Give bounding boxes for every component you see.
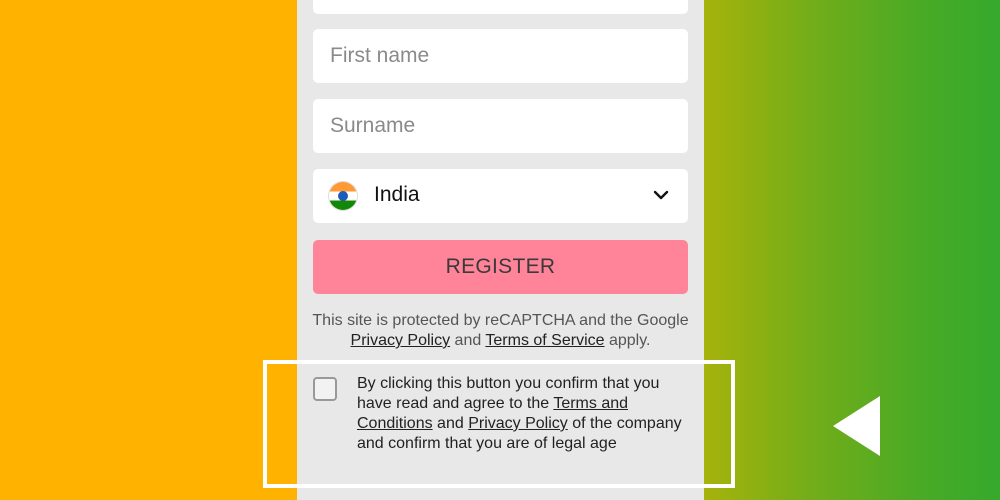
registration-form: India REGISTER This site is protected by… xyxy=(297,0,704,500)
surname-input[interactable] xyxy=(313,99,688,153)
consent-text-middle: and xyxy=(432,415,469,432)
previous-input[interactable] xyxy=(313,0,688,14)
consent-text: By clicking this button you confirm that… xyxy=(357,374,687,454)
surname-field[interactable] xyxy=(313,99,688,153)
consent-checkbox[interactable] xyxy=(313,377,337,401)
recaptcha-text-before: This site is protected by reCAPTCHA and … xyxy=(312,312,689,329)
recaptcha-text-middle: and xyxy=(450,332,486,349)
consent-privacy-policy-link[interactable]: Privacy Policy xyxy=(468,415,568,432)
chevron-down-icon[interactable] xyxy=(652,186,670,204)
left-pointing-triangle-icon[interactable] xyxy=(833,396,880,456)
recaptcha-text-after: apply. xyxy=(604,332,651,349)
country-select[interactable]: India xyxy=(313,169,688,223)
recaptcha-notice: This site is protected by reCAPTCHA and … xyxy=(297,311,704,351)
india-flag-icon xyxy=(329,182,357,210)
privacy-policy-link[interactable]: Privacy Policy xyxy=(351,332,451,349)
register-button[interactable]: REGISTER xyxy=(313,240,688,294)
first-name-field[interactable] xyxy=(313,29,688,83)
previous-field[interactable] xyxy=(313,0,688,14)
first-name-input[interactable] xyxy=(313,29,688,83)
terms-of-service-link[interactable]: Terms of Service xyxy=(485,332,604,349)
country-selected-value: India xyxy=(374,183,420,206)
background-left xyxy=(0,0,297,500)
